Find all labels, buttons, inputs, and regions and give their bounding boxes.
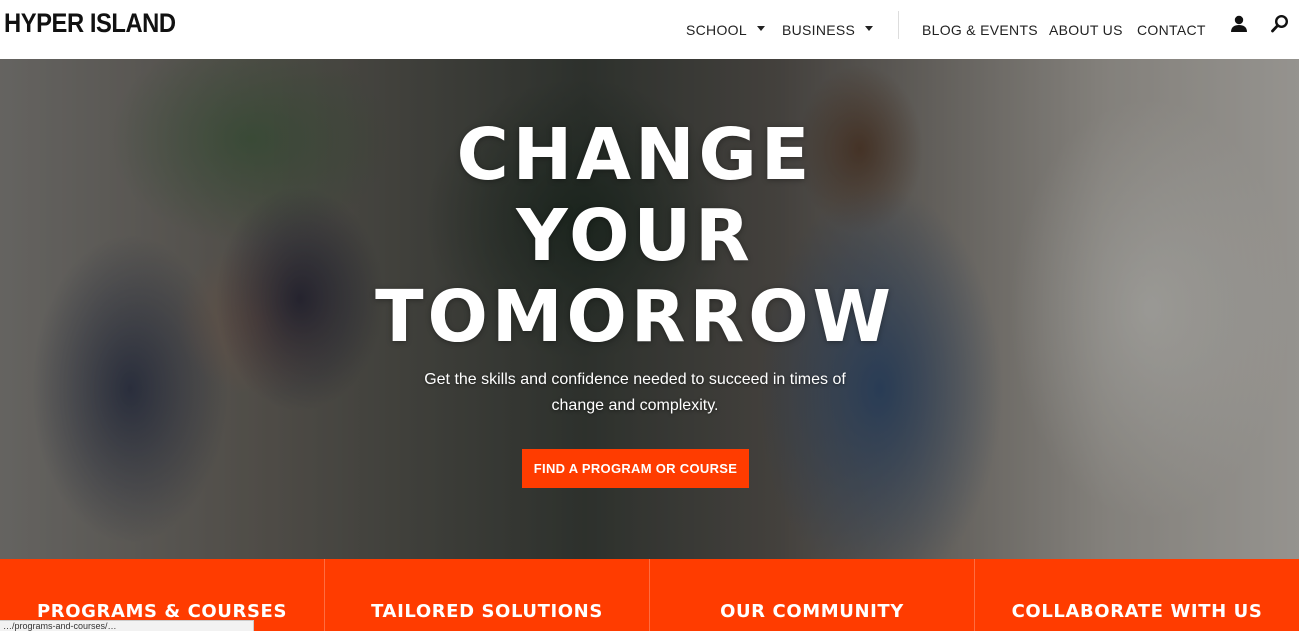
logo[interactable]: HYPER ISLAND <box>4 8 176 39</box>
feature-tailored-solutions[interactable]: TAILORED SOLUTIONS <box>325 559 650 631</box>
nav-contact[interactable]: CONTACT <box>1137 22 1206 38</box>
search-icon[interactable] <box>1270 14 1290 34</box>
site-header: HYPER ISLAND SCHOOL BUSINESS BLOG & EVEN… <box>0 0 1299 59</box>
nav-business-label: BUSINESS <box>782 21 856 38</box>
nav-about-us[interactable]: ABOUT US <box>1049 22 1123 38</box>
nav-divider <box>898 11 899 39</box>
hero-subtitle-line: Get the skills and confidence needed to … <box>424 371 846 388</box>
feature-label: COLLABORATE WITH US <box>1011 601 1263 622</box>
nav-school-label: SCHOOL <box>686 21 747 38</box>
hero-title-line: TOMORROW <box>375 275 895 358</box>
chevron-down-icon <box>865 26 874 31</box>
feature-our-community[interactable]: OUR COMMUNITY <box>650 559 975 631</box>
nav-business[interactable]: BUSINESS <box>782 0 874 59</box>
feature-collaborate-with-us[interactable]: COLLABORATE WITH US <box>975 559 1299 631</box>
feature-label: TAILORED SOLUTIONS <box>371 601 603 622</box>
hero-subtitle-line: change and complexity. <box>551 397 719 414</box>
nav-school[interactable]: SCHOOL <box>686 0 765 59</box>
hero-banner: CHANGE YOUR TOMORROW Get the skills and … <box>0 59 1299 559</box>
feature-label: OUR COMMUNITY <box>720 601 904 622</box>
hero-title-line: YOUR <box>516 194 754 277</box>
status-bar-url: …/programs-and-courses/… <box>0 620 254 631</box>
chevron-down-icon <box>756 26 765 31</box>
hero-subtitle: Get the skills and confidence needed to … <box>395 367 875 419</box>
nav-blog-events[interactable]: BLOG & EVENTS <box>922 22 1038 38</box>
hero-title: CHANGE YOUR TOMORROW <box>330 114 940 357</box>
find-program-button[interactable]: FIND A PROGRAM OR COURSE <box>522 449 749 488</box>
user-icon[interactable] <box>1229 14 1249 34</box>
hero-title-line: CHANGE <box>456 113 814 196</box>
